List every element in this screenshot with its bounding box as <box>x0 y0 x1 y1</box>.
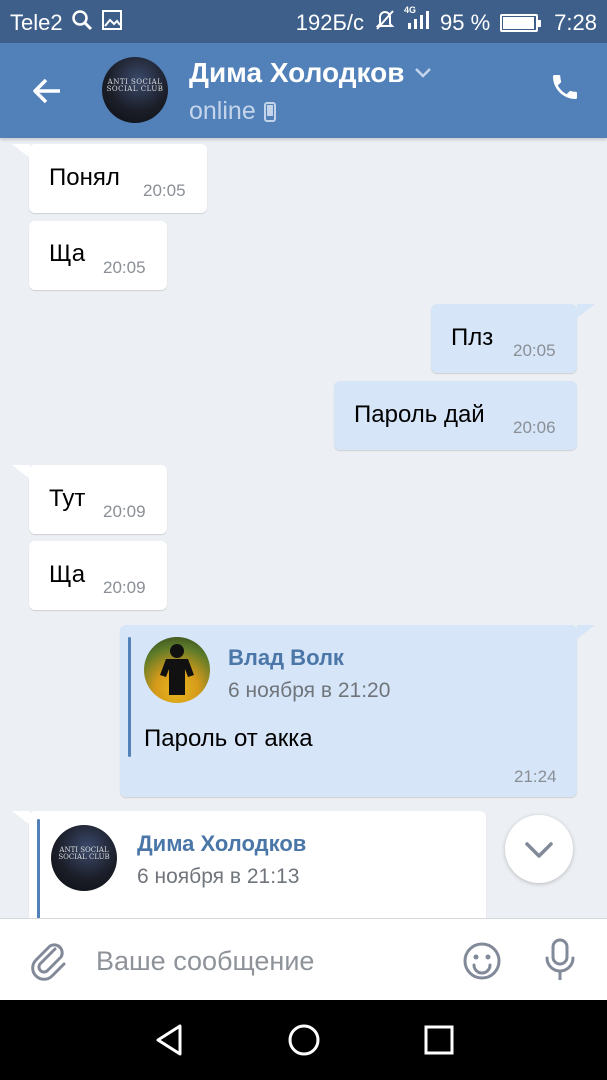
message-time: 20:06 <box>513 418 556 437</box>
avatar-logo-text: ANTI SOCIAL SOCIAL CLUB <box>58 846 110 861</box>
bubble-tail <box>12 811 30 825</box>
forwarded-date: 6 ноября в 21:20 <box>228 679 391 702</box>
message-time: 20:05 <box>513 341 556 360</box>
scroll-to-bottom-button[interactable] <box>505 815 573 883</box>
mute-icon <box>374 9 396 37</box>
contact-status: online <box>189 97 276 126</box>
emoji-button[interactable] <box>462 941 502 981</box>
attach-button[interactable] <box>28 939 68 981</box>
message-outgoing[interactable]: Плз 20:05 <box>431 304 577 373</box>
message-list[interactable]: Понял 20:05 Ща 20:05 Плз 20:05 Пароль да… <box>0 138 607 918</box>
bubble-tail <box>12 465 30 479</box>
forwarded-text: Пароль от акка <box>144 725 313 752</box>
message-text: Ща <box>49 240 86 267</box>
message-time: 21:24 <box>514 767 557 786</box>
smile-icon <box>463 942 501 980</box>
nav-recents-button[interactable] <box>421 1022 457 1058</box>
paperclip-icon <box>31 943 66 981</box>
contact-name[interactable]: Дима Холодков <box>189 57 432 89</box>
composer-bar <box>0 918 607 1000</box>
nav-back-icon <box>156 1024 182 1056</box>
mobile-icon <box>263 101 276 122</box>
nav-recents-icon <box>424 1025 454 1055</box>
message-time: 20:09 <box>103 578 146 597</box>
message-text: Понял <box>49 164 120 191</box>
clock: 7:28 <box>554 10 597 35</box>
person-silhouette-icon <box>160 644 194 695</box>
message-text: Пароль дай <box>354 401 485 428</box>
message-incoming[interactable]: Понял 20:05 <box>29 144 207 213</box>
nav-back-button[interactable] <box>152 1022 188 1058</box>
message-text: Плз <box>451 324 494 351</box>
nav-home-icon <box>288 1024 320 1056</box>
avatar-logo-text: ANTI SOCIAL SOCIAL CLUB <box>106 78 164 93</box>
forward-bar <box>37 819 40 918</box>
message-time: 20:05 <box>103 258 146 277</box>
bubble-tail <box>577 625 595 639</box>
mic-icon <box>545 938 575 980</box>
chat-header: ANTI SOCIAL SOCIAL CLUB Дима Холодков on… <box>0 43 607 138</box>
back-button[interactable] <box>30 73 66 109</box>
back-arrow-icon <box>33 78 60 104</box>
forwarded-author-name[interactable]: Влад Волк <box>228 645 344 671</box>
message-incoming-forwarded[interactable]: ANTI SOCIAL SOCIAL CLUB Дима Холодков 6 … <box>29 811 486 918</box>
bubble-tail <box>577 304 595 318</box>
forwarded-author-avatar[interactable] <box>144 637 210 703</box>
bubble-tail <box>12 144 30 158</box>
message-input[interactable] <box>96 941 436 981</box>
battery-percent: 95 % <box>440 10 491 35</box>
message-outgoing[interactable]: Пароль дай 20:06 <box>334 381 577 450</box>
message-time: 20:05 <box>143 181 186 200</box>
chevron-down-icon <box>415 68 432 78</box>
message-incoming[interactable]: Ща 20:05 <box>29 221 167 290</box>
forward-bar <box>128 637 131 757</box>
search-icon <box>71 9 93 37</box>
forwarded-author-avatar[interactable]: ANTI SOCIAL SOCIAL CLUB <box>51 825 117 891</box>
message-incoming[interactable]: Тут 20:09 <box>29 465 167 534</box>
status-bar: Tele2 192Б/с 4G 95 % 7:28 <box>0 0 607 43</box>
contact-avatar[interactable]: ANTI SOCIAL SOCIAL CLUB <box>102 57 168 123</box>
call-button[interactable] <box>549 71 585 107</box>
message-text: Ща <box>49 561 86 588</box>
network-type: 4G <box>404 5 417 15</box>
status-label: online <box>189 97 256 125</box>
chevron-down-icon <box>525 842 553 858</box>
contact-name-label: Дима Холодков <box>189 57 405 88</box>
image-icon <box>101 9 123 37</box>
forwarded-author-name[interactable]: Дима Холодков <box>137 831 306 857</box>
voice-message-button[interactable] <box>542 937 578 983</box>
nav-home-button[interactable] <box>286 1022 322 1058</box>
battery-icon <box>500 14 542 32</box>
phone-icon <box>553 75 577 99</box>
message-incoming[interactable]: Ща 20:09 <box>29 541 167 610</box>
forwarded-date: 6 ноября в 21:13 <box>137 865 300 888</box>
message-time: 20:09 <box>103 502 146 521</box>
message-outgoing-forwarded[interactable]: Влад Волк 6 ноября в 21:20 Пароль от акк… <box>120 625 577 797</box>
signal-icon: 4G <box>404 5 430 37</box>
network-speed: 192Б/с <box>295 10 365 35</box>
message-text: Тут <box>49 485 86 512</box>
android-nav-bar <box>0 1000 607 1080</box>
carrier-label: Tele2 <box>10 10 63 35</box>
